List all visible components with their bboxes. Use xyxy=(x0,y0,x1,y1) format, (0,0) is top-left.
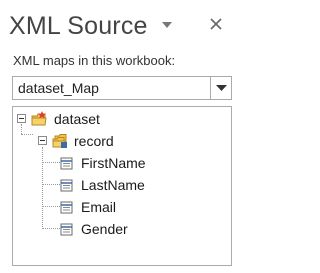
tree-node-label: record xyxy=(74,133,114,149)
pane-options-chevron-down-icon[interactable] xyxy=(160,18,174,30)
tree-guide xyxy=(42,147,43,229)
tree-node-label: Email xyxy=(81,199,117,215)
tree-node-dataset[interactable]: dataset xyxy=(16,110,136,128)
pane-title: XML Source xyxy=(9,12,148,40)
tree-node-gender[interactable]: Gender xyxy=(58,220,168,238)
chevron-down-icon xyxy=(216,85,227,91)
element-field-icon xyxy=(60,157,73,170)
tree-node-record[interactable]: record xyxy=(37,132,157,150)
tree-node-label: dataset xyxy=(54,111,100,127)
tree-node-firstname[interactable]: FirstName xyxy=(58,154,168,172)
element-field-icon xyxy=(60,179,73,192)
tree-node-label: FirstName xyxy=(81,155,146,171)
element-field-icon xyxy=(60,201,73,214)
maps-label: XML maps in this workbook: xyxy=(13,53,176,68)
tree-node-label: LastName xyxy=(81,177,145,193)
tree-node-lastname[interactable]: LastName xyxy=(58,176,168,194)
xml-map-select[interactable]: dataset_Map xyxy=(12,76,232,100)
xml-map-select-value: dataset_Map xyxy=(18,80,99,96)
tree-guide xyxy=(21,134,33,135)
close-icon[interactable] xyxy=(208,16,224,32)
root-element-icon xyxy=(31,111,47,126)
collapse-icon[interactable] xyxy=(38,136,47,145)
tree-node-label: Gender xyxy=(81,221,128,237)
xml-tree[interactable]: dataset record FirstName LastName Email … xyxy=(12,106,232,266)
tree-node-email[interactable]: Email xyxy=(58,198,168,216)
repeating-element-icon xyxy=(52,134,67,148)
map-dropdown-button[interactable] xyxy=(210,77,231,99)
element-field-icon xyxy=(60,223,73,236)
collapse-icon[interactable] xyxy=(17,114,26,123)
